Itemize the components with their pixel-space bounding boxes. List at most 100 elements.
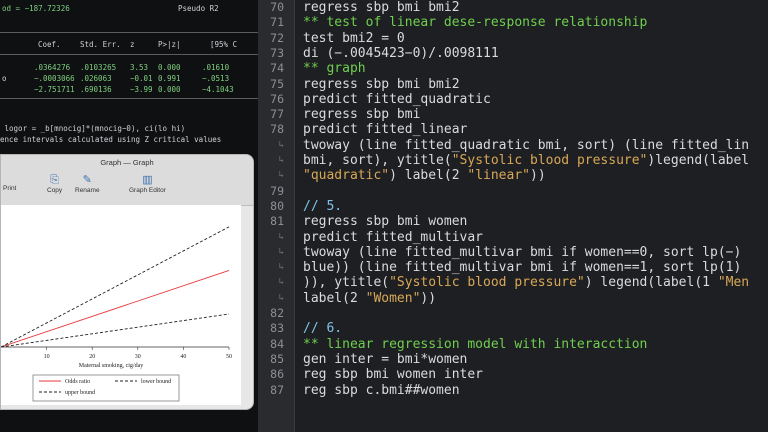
coef-table-cell: −.0003066: [34, 74, 75, 83]
line-number: 70: [270, 0, 284, 14]
do-file-editor[interactable]: 70 71 72 73 74 75 76 77 78 ↳ ↳ ↳ 79 80 81 ↳ ↳ ↳ ↳ ↳ 82 83 84 85…: [258, 0, 768, 432]
wrap-indicator: ↳: [278, 246, 284, 257]
code-line[interactable]: regress sbp bmi bmi2: [303, 0, 460, 15]
x-tick-label: 20: [89, 354, 95, 360]
code-line[interactable]: twoway (line fitted_quadratic bmi, sort)…: [303, 138, 749, 153]
code-line[interactable]: label(2 "Women")): [303, 291, 436, 306]
coef-table-column-header: Coef.: [38, 40, 61, 49]
code-line[interactable]: predict fitted_linear: [303, 122, 467, 137]
rename-icon: ✎: [82, 174, 92, 186]
code-line[interactable]: blue)) (line fitted_multivar bmi if wome…: [303, 260, 741, 275]
code-token: )), ytitle(: [303, 275, 390, 291]
code-line[interactable]: di (−.0045423−0)/.0098111: [303, 46, 499, 61]
code-token: "Systolic blood pressure": [389, 275, 585, 291]
odds-ratio-chart: 10 20 30 40 50 Maternal smoking, cig/day Odds …: [1, 226, 232, 402]
code-line[interactable]: predict fitted_quadratic: [303, 92, 491, 107]
wrap-indicator: ↳: [278, 155, 284, 165]
code-token: ** linear regression model with interacc…: [303, 336, 648, 352]
graph-window[interactable]: Graph — Graph Print ⎘ Copy ✎ Rename ▥ Gr…: [0, 154, 254, 410]
coef-table-cell: −4.1043: [202, 85, 234, 94]
code-line[interactable]: regress sbp bmi women: [303, 214, 467, 229]
table-divider: [0, 54, 258, 55]
coef-table-cell: o: [2, 74, 7, 83]
rename-button[interactable]: ✎ Rename: [75, 173, 100, 194]
wrap-indicator: ↳: [278, 277, 284, 288]
plot-area: 10 20 30 40 50 Maternal smoking, cig/day Odds …: [1, 205, 241, 405]
code-token: twoway (line fitted_quadratic bmi, sort)…: [303, 137, 750, 153]
coef-table-column-header: [95% C: [210, 40, 238, 49]
code-token: label(2: [303, 290, 366, 306]
code-line[interactable]: ** linear regression model with interacc…: [303, 337, 647, 352]
code-token: "Systolic blood pressure": [451, 153, 648, 168]
code-line[interactable]: reg sbp c.bmi##women: [303, 383, 460, 398]
code-line[interactable]: bmi, sort), ytitle("Systolic blood press…: [303, 153, 749, 168]
code-token: test bmi2 = 0: [303, 30, 405, 46]
code-token: ** graph: [303, 61, 366, 77]
code-token: reg sbp c.bmi##women: [303, 382, 460, 398]
code-line[interactable]: // 6.: [303, 321, 342, 336]
coef-table-cell: .0364276: [34, 63, 71, 72]
code-line[interactable]: "quadratic") label(2 "linear")): [303, 168, 546, 183]
results-window: od = −187.72326 Pseudo R2 Coef. Std. Err.…: [0, 0, 258, 432]
code-token: regress sbp bmi bmi2: [303, 0, 460, 15]
coef-table-cell: .01610: [202, 63, 230, 72]
wrap-indicator: ↳: [278, 231, 284, 242]
copy-label: Copy: [47, 187, 63, 194]
line-number: 79: [270, 183, 284, 198]
code-line[interactable]: regress sbp bmi: [303, 107, 420, 122]
code-line[interactable]: predict fitted_multivar: [303, 230, 483, 245]
code-token: )legend(label: [647, 153, 750, 168]
line-number: 84: [270, 336, 284, 351]
print-button[interactable]: Print: [3, 185, 16, 192]
code-line[interactable]: ** test of linear dese-response relation…: [303, 15, 647, 30]
code-token: gen inter = bmi*women: [303, 351, 468, 367]
chart-icon: ▥: [142, 174, 153, 186]
series-line: [1, 313, 230, 348]
code-token: "Women": [365, 290, 421, 306]
wrap-indicator: ↳: [278, 170, 284, 181]
code-line[interactable]: ** graph: [303, 61, 366, 76]
nlcom-command: logor = _b[mnocig]*(mnocig−0), ci(lo hi): [0, 124, 186, 133]
code-token: regress sbp bmi bmi2: [303, 76, 460, 92]
code-line[interactable]: )), ytitle("Systolic blood pressure") le…: [303, 275, 749, 290]
series-line: [1, 226, 230, 348]
copy-button[interactable]: ⎘ Copy: [47, 173, 62, 194]
code-token: bmi, sort), ytitle(: [303, 153, 452, 168]
code-token: ) label(2: [389, 168, 468, 184]
code-token: ) legend(label(1: [584, 275, 718, 291]
copy-icon: ⎘: [50, 174, 59, 186]
code-line[interactable]: regress sbp bmi bmi2: [303, 77, 460, 92]
code-token: "linear": [467, 168, 530, 184]
code-token: // 6.: [303, 321, 343, 337]
wrap-indicator: ↳: [278, 292, 284, 303]
code-token: di (−.0045423−0)/.0098111: [303, 45, 499, 61]
legend-label: upper bound: [65, 390, 95, 396]
code-token: // 5.: [303, 198, 343, 214]
line-number: 71: [270, 15, 284, 30]
line-number: 87: [270, 382, 284, 397]
code-token: twoway (line fitted_multivar bmi if wome…: [303, 244, 742, 260]
line-number: 78: [270, 122, 284, 137]
line-number: 81: [270, 214, 284, 229]
code-token: regress sbp bmi women: [303, 214, 468, 230]
line-number: 83: [270, 321, 284, 336]
code-token: )): [530, 168, 546, 184]
code-line[interactable]: gen inter = bmi*women: [303, 352, 467, 367]
code-line[interactable]: test bmi2 = 0: [303, 31, 405, 46]
line-number: 73: [270, 45, 284, 60]
graph-editor-button[interactable]: ▥ Graph Editor: [129, 173, 166, 194]
code-line[interactable]: // 5.: [303, 199, 342, 214]
code-line[interactable]: reg sbp bmi women inter: [303, 367, 483, 382]
wrap-indicator: ↳: [278, 139, 284, 150]
table-divider: [0, 32, 258, 33]
rename-label: Rename: [75, 187, 100, 194]
code-line[interactable]: twoway (line fitted_multivar bmi if wome…: [303, 245, 741, 260]
legend-label: Odds ratio: [65, 379, 90, 385]
coef-table-cell: −0.01: [130, 74, 153, 83]
line-number: 74: [270, 61, 284, 76]
line-number: 82: [270, 306, 284, 320]
pseudo-r2-label: Pseudo R2: [178, 4, 219, 13]
table-divider: [0, 98, 258, 99]
coef-table-column-header: Std. Err.: [80, 40, 121, 49]
coef-table-cell: −.0513: [202, 74, 230, 83]
